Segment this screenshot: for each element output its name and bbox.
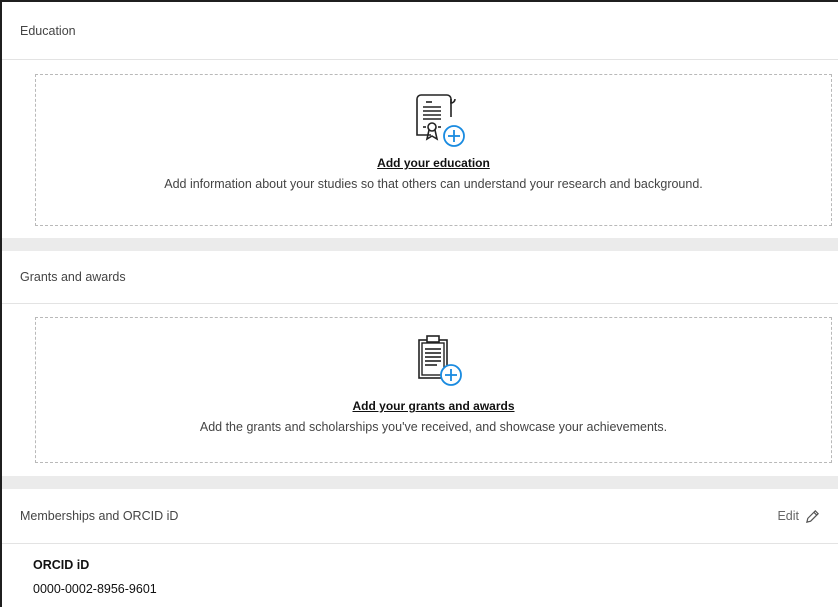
education-title: Education xyxy=(20,23,76,38)
add-education-link[interactable]: Add your education xyxy=(377,156,490,170)
clipboard-add-icon xyxy=(417,335,462,386)
edit-label: Edit xyxy=(777,509,799,523)
certificate-add-icon xyxy=(415,94,465,147)
add-grants-link[interactable]: Add your grants and awards xyxy=(352,399,514,413)
grants-header: Grants and awards xyxy=(2,251,838,304)
education-card: Education Add your education Add informa… xyxy=(2,2,838,238)
education-header: Education xyxy=(2,2,838,60)
pencil-icon xyxy=(806,509,819,523)
grants-title: Grants and awards xyxy=(20,270,126,284)
add-education-dropzone[interactable]: Add your education Add information about… xyxy=(35,74,832,226)
orcid-label: ORCID iD xyxy=(33,558,90,572)
orcid-value: 0000-0002-8956-9601 xyxy=(33,582,157,596)
add-grants-dropzone[interactable]: Add your grants and awards Add the grant… xyxy=(35,317,832,463)
memberships-header: Memberships and ORCID iD Edit xyxy=(2,489,838,544)
add-education-description: Add information about your studies so th… xyxy=(164,177,703,191)
grants-card: Grants and awards Add your grants and aw… xyxy=(2,251,838,476)
edit-button[interactable]: Edit xyxy=(777,509,820,524)
add-grants-description: Add the grants and scholarships you've r… xyxy=(199,420,668,434)
memberships-card: Memberships and ORCID iD Edit ORCID iD 0… xyxy=(2,489,838,607)
memberships-title: Memberships and ORCID iD xyxy=(20,509,179,523)
